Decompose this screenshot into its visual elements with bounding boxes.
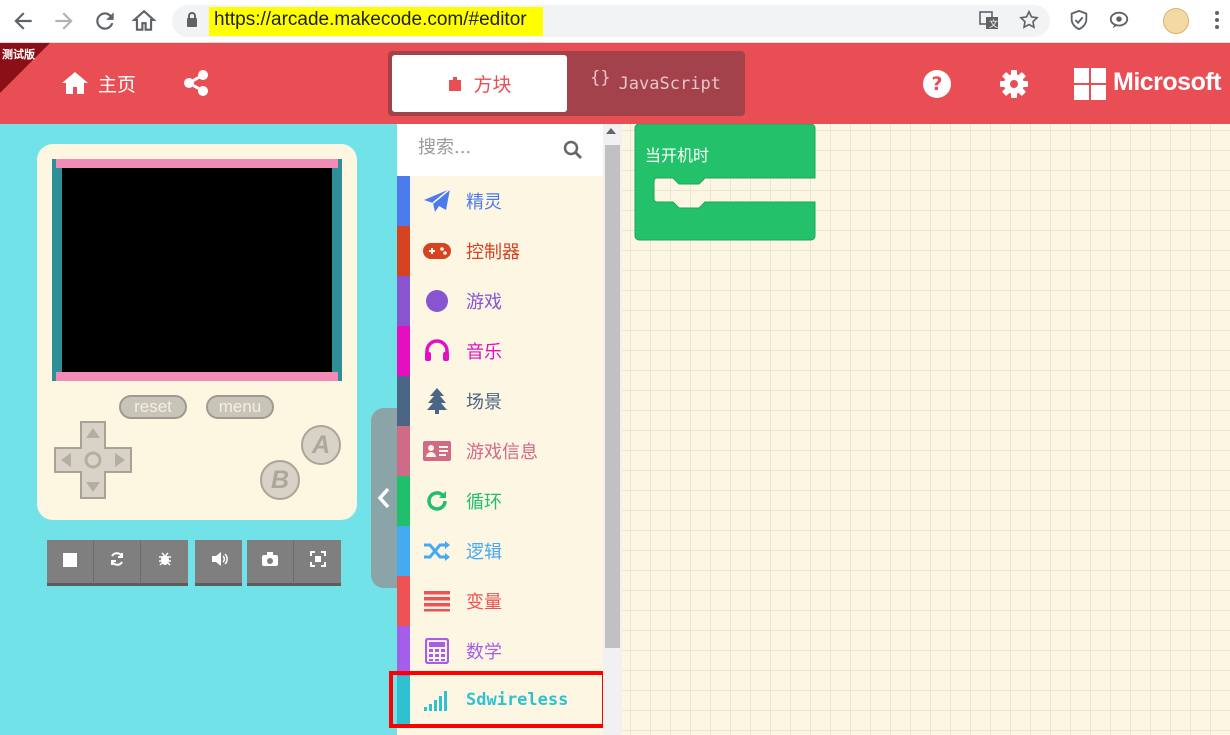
forward-icon[interactable] — [51, 8, 77, 34]
scroll-up-arrow[interactable] — [606, 128, 616, 134]
headphones-icon — [422, 338, 452, 364]
on-start-label: 当开机时 — [645, 146, 710, 165]
category-color-bar — [397, 326, 410, 376]
search-input[interactable] — [418, 137, 558, 158]
list-icon — [422, 588, 452, 614]
javascript-tab-label: JavaScript — [618, 73, 721, 94]
toolbox-category[interactable]: 循环 — [397, 476, 603, 526]
toolbox-category[interactable]: 数学 — [397, 626, 603, 676]
refresh-icon — [422, 488, 452, 514]
category-color-bar — [397, 576, 410, 626]
category-label: 游戏 — [466, 292, 502, 313]
collapse-simulator-button[interactable] — [371, 408, 397, 588]
restart-icon[interactable] — [94, 540, 141, 586]
category-color-bar — [397, 426, 410, 476]
circle-icon — [422, 288, 452, 314]
category-label: 数学 — [466, 642, 502, 663]
category-color-bar — [397, 276, 410, 326]
game-screen[interactable] — [62, 168, 332, 372]
tree-icon — [422, 388, 452, 414]
share-icon[interactable] — [182, 69, 210, 97]
toolbox-category[interactable]: 游戏 — [397, 276, 603, 326]
url-text[interactable]: https://arcade.makecode.com/#editor — [214, 9, 527, 31]
sim-toolbar-group-2 — [195, 540, 242, 586]
home-icon — [62, 72, 88, 94]
category-color-bar — [397, 176, 410, 226]
toolbox-category[interactable]: 音乐 — [397, 326, 603, 376]
star-icon[interactable] — [1018, 9, 1040, 31]
sound-icon[interactable] — [195, 540, 242, 586]
braces-icon: {} — [590, 67, 611, 88]
blocks-tab[interactable]: 方块 — [392, 55, 567, 112]
scroll-thumb[interactable] — [605, 145, 620, 648]
sim-toolbar-group-3 — [247, 540, 341, 586]
shield-icon[interactable] — [1068, 9, 1090, 31]
category-color-bar — [397, 626, 410, 676]
category-color-bar — [397, 526, 410, 576]
category-label: 音乐 — [466, 342, 502, 363]
toolbox-category[interactable]: 控制器 — [397, 226, 603, 276]
reload-icon[interactable] — [92, 8, 118, 34]
a-button[interactable]: A — [301, 425, 341, 465]
debug-icon[interactable] — [141, 540, 188, 586]
javascript-tab[interactable]: {} JavaScript — [570, 55, 741, 112]
translate-icon[interactable]: 文 — [978, 9, 1000, 31]
b-button[interactable]: B — [260, 460, 300, 500]
fullscreen-icon[interactable] — [294, 540, 341, 586]
toolbox-category[interactable]: 游戏信息 — [397, 426, 603, 476]
toolbox-category[interactable]: 场景 — [397, 376, 603, 426]
category-color-bar — [397, 226, 410, 276]
beta-label: 测试版 — [2, 48, 35, 61]
category-label: 场景 — [466, 392, 502, 413]
category-label: 游戏信息 — [466, 442, 538, 463]
home-label: 主页 — [98, 73, 137, 96]
toolbox-category[interactable]: 逻辑 — [397, 526, 603, 576]
gamepad-icon — [422, 238, 452, 264]
svg-text:文: 文 — [989, 18, 998, 30]
home-button[interactable]: 主页 — [60, 68, 136, 98]
category-label: 循环 — [466, 492, 502, 513]
category-label: 逻辑 — [466, 542, 502, 563]
category-label: 精灵 — [466, 192, 502, 213]
kebab-menu-icon[interactable] — [1214, 9, 1220, 31]
chat-icon[interactable] — [1108, 9, 1130, 31]
search-icon[interactable] — [563, 140, 583, 160]
microsoft-logo[interactable] — [1074, 68, 1107, 101]
chevron-left-icon — [377, 487, 390, 509]
avatar[interactable] — [1163, 8, 1189, 34]
calculator-icon — [422, 638, 452, 664]
puzzle-icon — [449, 76, 462, 91]
category-label: 变量 — [466, 592, 502, 613]
category-color-bar — [397, 476, 410, 526]
id-card-icon — [422, 438, 452, 464]
lock-icon — [187, 12, 197, 27]
category-label: 控制器 — [466, 242, 520, 263]
home-icon[interactable] — [131, 8, 157, 34]
sim-toolbar-group-1 — [47, 540, 188, 586]
blocks-tab-label: 方块 — [473, 74, 512, 96]
toolbox-category[interactable]: 精灵 — [397, 176, 603, 226]
microsoft-brand[interactable]: Microsoft — [1113, 68, 1222, 97]
category-color-bar — [397, 376, 410, 426]
dpad[interactable] — [53, 420, 133, 500]
help-button[interactable]: ? — [923, 70, 951, 98]
menu-button[interactable]: menu — [206, 395, 274, 419]
toolbox-category[interactable]: 变量 — [397, 576, 603, 626]
paper-plane-icon — [422, 188, 452, 214]
back-icon[interactable] — [10, 8, 36, 34]
screen-top-trim — [56, 159, 338, 168]
reset-button[interactable]: reset — [119, 395, 187, 419]
screenshot-icon[interactable] — [247, 540, 294, 586]
stop-icon[interactable] — [47, 540, 94, 586]
shuffle-icon — [422, 538, 452, 564]
highlight-box — [389, 671, 606, 728]
screen-bottom-trim — [56, 372, 338, 381]
gear-icon[interactable] — [999, 69, 1029, 99]
